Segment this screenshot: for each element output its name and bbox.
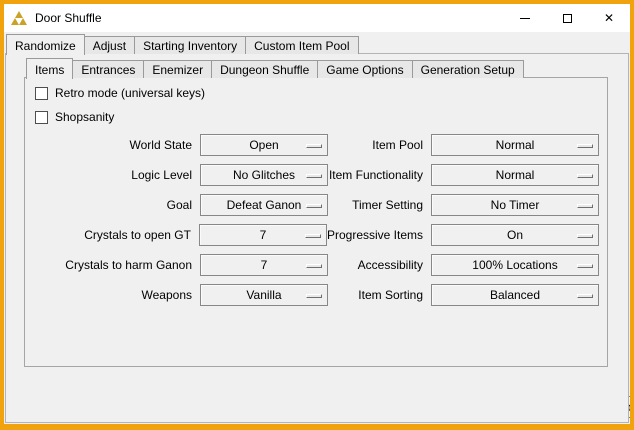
item-functionality-dropdown[interactable]: Normal: [431, 164, 599, 186]
dropdown-indicator-icon: [306, 174, 322, 178]
weapons-dropdown[interactable]: Vanilla: [200, 284, 328, 306]
progressive-items-label: Progressive Items: [327, 228, 431, 242]
item-pool-label: Item Pool: [328, 138, 431, 152]
item-sorting-dropdown[interactable]: Balanced: [431, 284, 599, 306]
dropdown-indicator-icon: [577, 264, 593, 268]
minimize-button[interactable]: [504, 4, 546, 32]
dropdown-indicator-icon: [577, 144, 593, 148]
dropdown-indicator-icon: [577, 204, 593, 208]
crystals-gt-label: Crystals to open GT: [25, 228, 199, 242]
weapons-label: Weapons: [25, 288, 200, 302]
dropdown-value: No Glitches: [233, 168, 295, 182]
tab-adjust[interactable]: Adjust: [84, 36, 135, 54]
progressive-items-dropdown[interactable]: On: [431, 224, 599, 246]
tab-custom-item-pool[interactable]: Custom Item Pool: [245, 36, 358, 54]
dropdown-value: Normal: [496, 138, 535, 152]
field-row: Goal Defeat Ganon Timer Setting No Timer: [25, 190, 607, 220]
crystals-gt-dropdown[interactable]: 7: [199, 224, 327, 246]
close-icon: ✕: [604, 11, 614, 25]
dropdown-value: 100% Locations: [472, 258, 557, 272]
dropdown-indicator-icon: [577, 294, 593, 298]
window-title: Door Shuffle: [35, 11, 102, 25]
close-button[interactable]: ✕: [588, 4, 630, 32]
dropdown-value: Balanced: [490, 288, 540, 302]
items-pane: Retro mode (universal keys) Shopsanity W…: [24, 77, 608, 367]
tab-generation-setup[interactable]: Generation Setup: [412, 60, 524, 78]
tab-enemizer[interactable]: Enemizer: [143, 60, 212, 78]
dropdown-indicator-icon: [306, 204, 322, 208]
tab-items[interactable]: Items: [26, 58, 73, 79]
field-row: World State Open Item Pool Normal: [25, 130, 607, 160]
goal-label: Goal: [25, 198, 200, 212]
tab-starting-inventory[interactable]: Starting Inventory: [134, 36, 246, 54]
tab-randomize[interactable]: Randomize: [6, 34, 85, 55]
title-bar: Door Shuffle ✕: [4, 4, 630, 32]
inner-tab-bar: Items Entrances Enemizer Dungeon Shuffle…: [26, 57, 524, 78]
outer-tab-bar: Randomize Adjust Starting Inventory Cust…: [6, 33, 359, 54]
item-pool-dropdown[interactable]: Normal: [431, 134, 599, 156]
dropdown-value: Vanilla: [246, 288, 281, 302]
dropdown-indicator-icon: [306, 144, 322, 148]
logic-level-label: Logic Level: [25, 168, 200, 182]
dropdown-indicator-icon: [305, 234, 321, 238]
tab-entrances[interactable]: Entrances: [72, 60, 144, 78]
world-state-dropdown[interactable]: Open: [200, 134, 328, 156]
dropdown-indicator-icon: [577, 234, 593, 238]
dropdown-value: Open: [249, 138, 278, 152]
tab-dungeon-shuffle[interactable]: Dungeon Shuffle: [211, 60, 318, 78]
app-icon: [11, 10, 27, 26]
world-state-label: World State: [25, 138, 200, 152]
dropdown-indicator-icon: [577, 174, 593, 178]
maximize-button[interactable]: [546, 4, 588, 32]
timer-setting-label: Timer Setting: [328, 198, 431, 212]
shopsanity-label: Shopsanity: [55, 110, 114, 124]
option-fields: World State Open Item Pool Normal Logic …: [25, 130, 607, 310]
dropdown-value: Normal: [496, 168, 535, 182]
dropdown-indicator-icon: [306, 294, 322, 298]
logic-level-dropdown[interactable]: No Glitches: [200, 164, 328, 186]
accessibility-label: Accessibility: [328, 258, 431, 272]
crystals-ganon-dropdown[interactable]: 7: [200, 254, 328, 276]
timer-setting-dropdown[interactable]: No Timer: [431, 194, 599, 216]
dropdown-value: No Timer: [491, 198, 540, 212]
dropdown-value: Defeat Ganon: [227, 198, 302, 212]
goal-dropdown[interactable]: Defeat Ganon: [200, 194, 328, 216]
shopsanity-checkbox[interactable]: [35, 111, 48, 124]
retro-mode-label: Retro mode (universal keys): [55, 86, 205, 100]
minimize-icon: [520, 18, 530, 19]
maximize-icon: [563, 14, 572, 23]
dropdown-value: On: [507, 228, 523, 242]
window-controls: ✕: [504, 4, 630, 32]
tab-game-options[interactable]: Game Options: [317, 60, 412, 78]
field-row: Logic Level No Glitches Item Functionali…: [25, 160, 607, 190]
field-row: Weapons Vanilla Item Sorting Balanced: [25, 280, 607, 310]
dropdown-value: 7: [261, 258, 268, 272]
item-functionality-label: Item Functionality: [328, 168, 431, 182]
app-window: Door Shuffle ✕ Randomize Adjust Starting…: [0, 0, 634, 430]
accessibility-dropdown[interactable]: 100% Locations: [431, 254, 599, 276]
crystals-ganon-label: Crystals to harm Ganon: [25, 258, 200, 272]
retro-mode-checkbox[interactable]: [35, 87, 48, 100]
dropdown-value: 7: [260, 228, 267, 242]
field-row: Crystals to harm Ganon 7 Accessibility 1…: [25, 250, 607, 280]
retro-mode-row: Retro mode (universal keys): [35, 85, 205, 101]
field-row: Crystals to open GT 7 Progressive Items …: [25, 220, 607, 250]
shopsanity-row: Shopsanity: [35, 109, 114, 125]
dropdown-indicator-icon: [306, 264, 322, 268]
item-sorting-label: Item Sorting: [328, 288, 431, 302]
